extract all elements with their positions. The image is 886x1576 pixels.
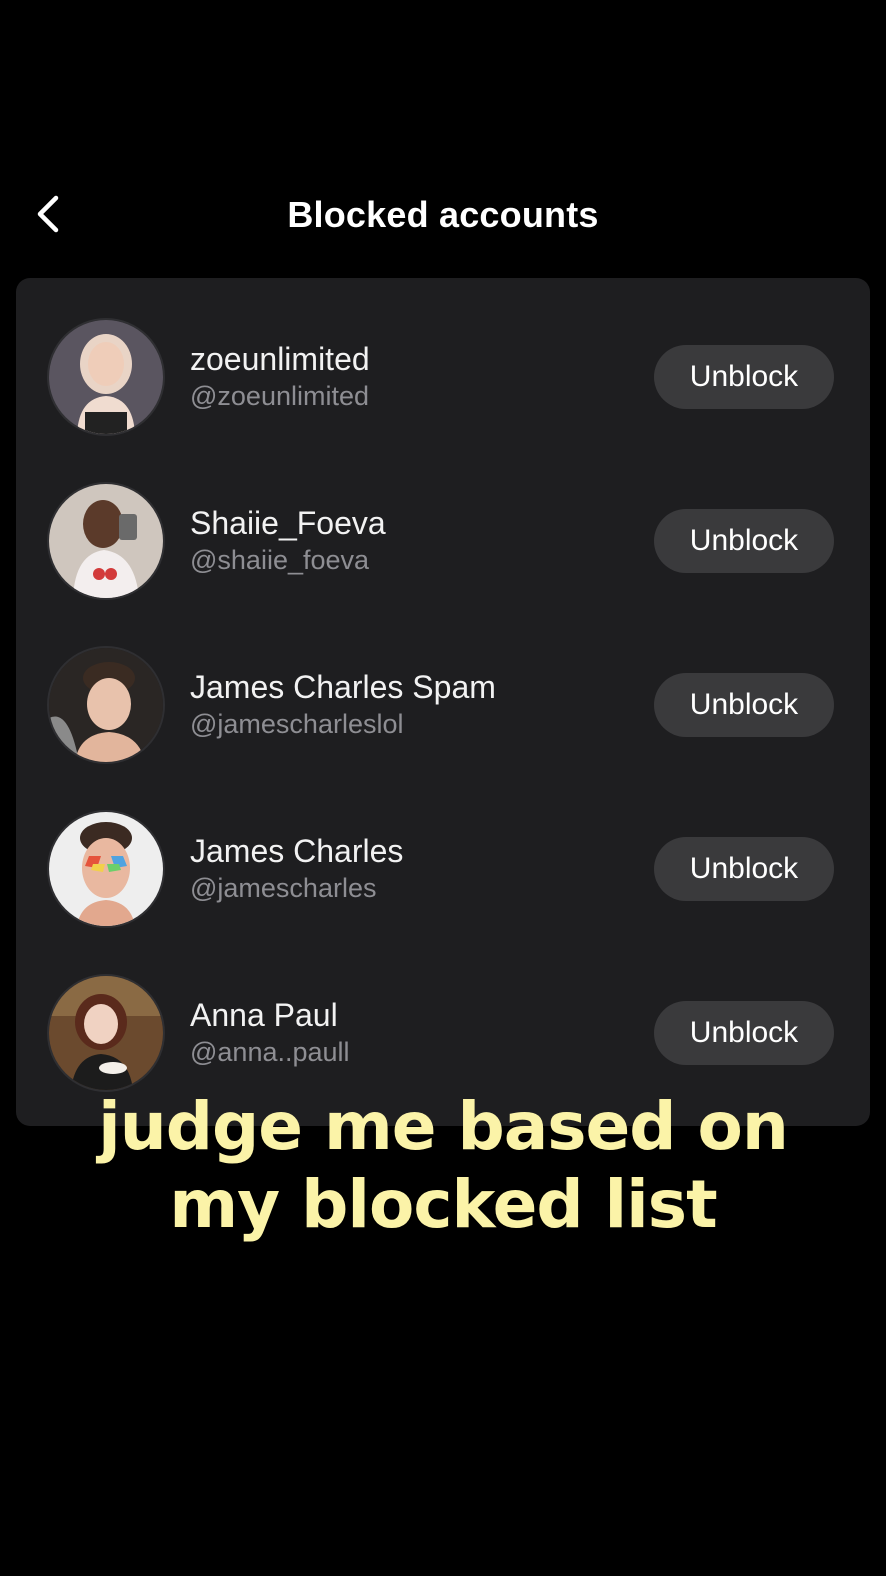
- caption-line: judge me based on: [98, 1088, 789, 1165]
- avatar[interactable]: [49, 484, 163, 598]
- username-handle: @anna..paull: [190, 1037, 350, 1067]
- avatar[interactable]: [49, 648, 163, 762]
- account-names: Shaiie_Foeva @shaiie_foeva: [190, 504, 386, 578]
- display-name: James Charles: [190, 833, 404, 869]
- avatar[interactable]: [49, 976, 163, 1090]
- avatar[interactable]: [49, 320, 163, 434]
- username-handle: @zoeunlimited: [190, 381, 369, 411]
- display-name: Anna Paul: [190, 997, 338, 1033]
- avatar[interactable]: [49, 812, 163, 926]
- blocked-accounts-list: zoeunlimited @zoeunlimited Unblock Shaii…: [16, 278, 870, 1126]
- username-handle: @jamescharleslol: [190, 709, 404, 739]
- unblock-button[interactable]: Unblock: [654, 837, 834, 901]
- video-caption: judge me based on my blocked list: [0, 1088, 886, 1244]
- list-item: Shaiie_Foeva @shaiie_foeva Unblock: [16, 466, 870, 606]
- unblock-button[interactable]: Unblock: [654, 673, 834, 737]
- display-name: zoeunlimited: [190, 341, 370, 377]
- list-item: James Charles @jamescharles Unblock: [16, 794, 870, 934]
- list-item: zoeunlimited @zoeunlimited Unblock: [16, 302, 870, 442]
- account-names: James Charles @jamescharles: [190, 832, 403, 906]
- top-bar: Blocked accounts: [0, 180, 886, 252]
- list-item: Anna Paul @anna..paull Unblock: [16, 958, 870, 1098]
- list-item: James Charles Spam @jamescharleslol Unbl…: [16, 630, 870, 770]
- display-name: James Charles Spam: [190, 669, 496, 705]
- username-handle: @shaiie_foeva: [190, 545, 370, 575]
- account-names: James Charles Spam @jamescharleslol: [190, 668, 496, 742]
- unblock-button[interactable]: Unblock: [654, 345, 834, 409]
- display-name: Shaiie_Foeva: [190, 505, 386, 541]
- account-names: zoeunlimited @zoeunlimited: [190, 340, 370, 414]
- page-title: Blocked accounts: [287, 194, 599, 235]
- caption-line: my blocked list: [169, 1166, 717, 1243]
- unblock-button[interactable]: Unblock: [654, 1001, 834, 1065]
- username-handle: @jamescharles: [190, 873, 377, 903]
- account-names: Anna Paul @anna..paull: [190, 996, 350, 1070]
- unblock-button[interactable]: Unblock: [654, 509, 834, 573]
